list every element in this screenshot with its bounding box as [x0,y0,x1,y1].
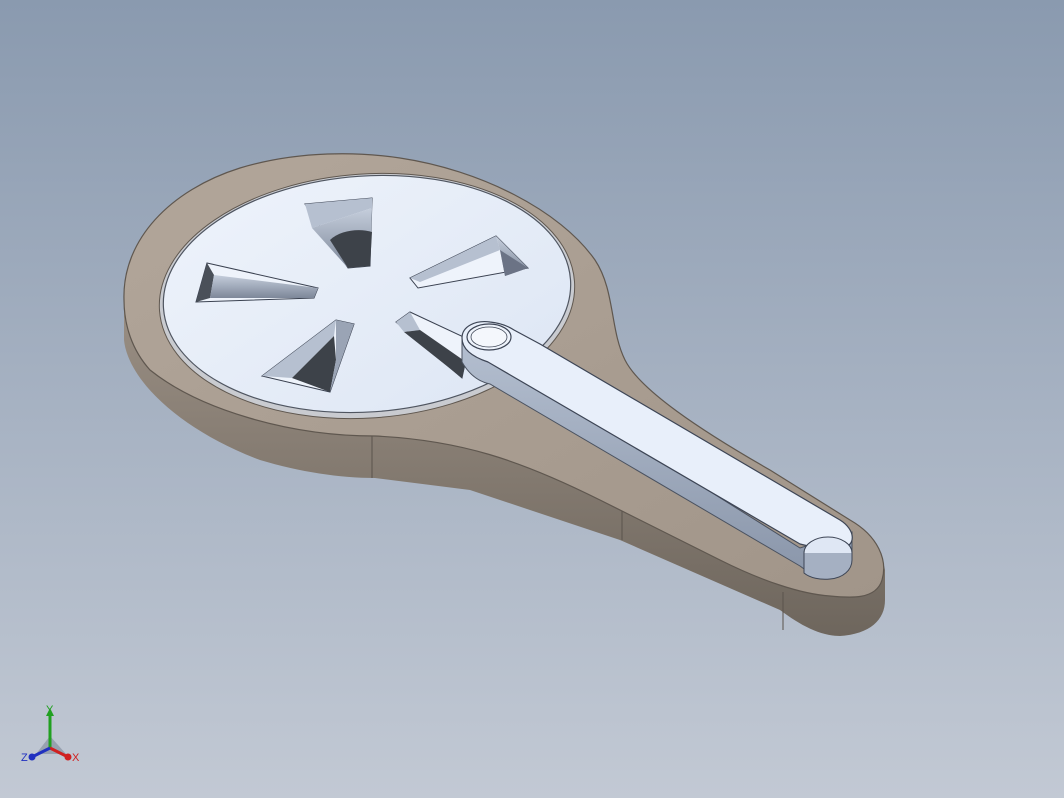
reference-triad: Y X Z [18,702,88,772]
3d-model-view[interactable] [0,0,1064,798]
pivot-pin-inner [470,326,508,348]
y-axis-label: Y [46,704,54,716]
graphics-viewport[interactable]: Y X Z [0,0,1064,798]
pivot-pin[interactable] [466,323,512,351]
x-axis-label: X [72,752,80,764]
z-axis-label: Z [21,752,28,764]
